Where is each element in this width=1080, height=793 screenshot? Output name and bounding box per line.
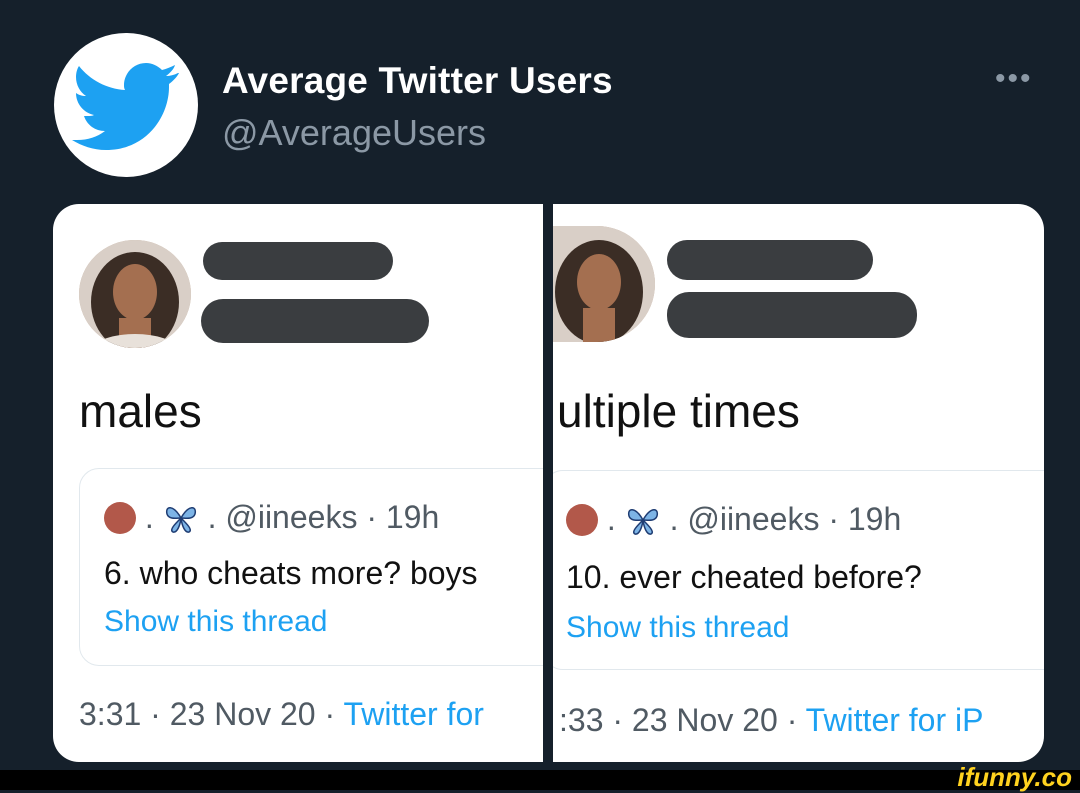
account-avatar[interactable] — [54, 33, 198, 177]
redacted-name-bar — [203, 242, 393, 280]
user-avatar[interactable] — [553, 226, 655, 342]
quoted-tweet[interactable]: . . @iineeks · 19h 10. ever cheated befo… — [553, 470, 1044, 670]
tweet-text: males — [79, 385, 202, 437]
tweet-header: Average Twitter Users @AverageUsers ••• — [0, 0, 1080, 200]
tweet-timestamp: :33 · 23 Nov 20 · Twitter for iP — [559, 702, 983, 739]
name-separator: . — [207, 499, 217, 535]
name-separator: . — [606, 501, 616, 537]
portrait-image — [79, 240, 191, 348]
source-link[interactable]: Twitter for — [343, 696, 483, 732]
quoted-handle-time[interactable]: @iineeks · 19h — [687, 501, 901, 537]
quoted-tweet-meta: . . @iineeks · 19h — [566, 501, 901, 538]
redacted-name-bar — [667, 240, 873, 280]
tweet-screenshot-left: males . . @iineeks · 19h 6. who cheats m… — [53, 204, 543, 762]
butterfly-icon — [627, 509, 658, 535]
account-handle[interactable]: @AverageUsers — [222, 112, 486, 154]
tweet-screenshot-right: ultiple times . . @iineeks · 19h 10. eve… — [553, 204, 1044, 762]
quoted-user-avatar — [566, 504, 598, 536]
quoted-tweet-text: 6. who cheats more? boys — [104, 555, 478, 591]
portrait-image — [553, 226, 655, 342]
panel-divider — [543, 204, 553, 762]
user-avatar[interactable] — [79, 240, 191, 348]
timestamp-text[interactable]: :33 · 23 Nov 20 · — [559, 702, 806, 738]
more-options-button[interactable]: ••• — [995, 62, 1033, 96]
tweet-text: ultiple times — [557, 385, 800, 437]
name-separator: . — [669, 501, 679, 537]
show-thread-link[interactable]: Show this thread — [566, 611, 789, 645]
name-separator: . — [144, 499, 154, 535]
quoted-handle-time[interactable]: @iineeks · 19h — [225, 499, 439, 535]
timestamp-text[interactable]: 3:31 · 23 Nov 20 · — [79, 696, 343, 732]
bottom-strip — [0, 770, 1080, 790]
twitter-bird-icon — [72, 63, 179, 150]
show-thread-link[interactable]: Show this thread — [104, 605, 327, 639]
butterfly-icon — [165, 507, 196, 533]
quoted-tweet-text: 10. ever cheated before? — [566, 559, 922, 595]
tweet-timestamp: 3:31 · 23 Nov 20 · Twitter for — [79, 696, 484, 733]
watermark-logo: ifunny.co — [957, 762, 1072, 792]
quoted-tweet[interactable]: . . @iineeks · 19h 6. who cheats more? b… — [79, 468, 543, 666]
redacted-handle-bar — [201, 299, 429, 343]
quoted-tweet-meta: . . @iineeks · 19h — [104, 499, 439, 536]
redacted-handle-bar — [667, 292, 917, 338]
source-link[interactable]: Twitter for iP — [806, 702, 984, 738]
account-name[interactable]: Average Twitter Users — [222, 60, 613, 102]
quoted-user-avatar — [104, 502, 136, 534]
